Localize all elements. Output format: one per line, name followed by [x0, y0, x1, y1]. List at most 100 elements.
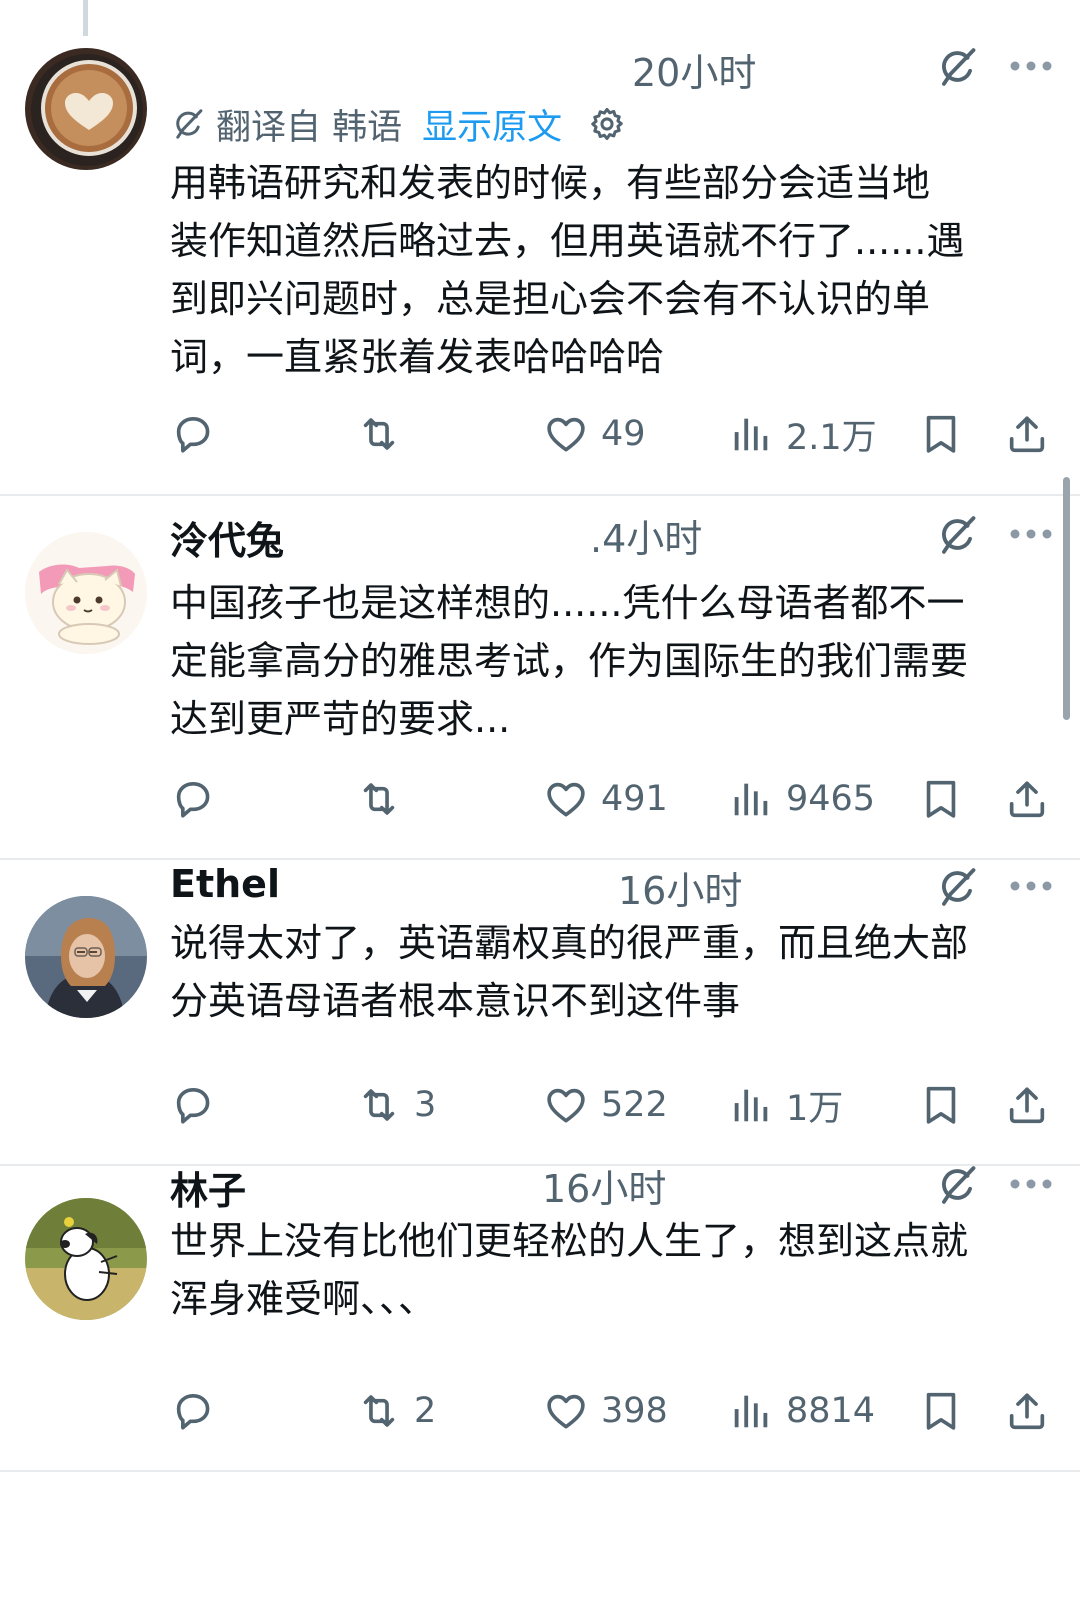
- share-icon: [1004, 1082, 1050, 1128]
- avatar[interactable]: [25, 896, 147, 1018]
- text-line: 装作知道然后略过去，但用英语就不行了......遇: [170, 219, 965, 263]
- avatar[interactable]: [25, 532, 147, 654]
- author-name[interactable]: Ethel: [170, 862, 280, 906]
- tweet-4[interactable]: 林子 16小时 世界上没有比他们更轻松的人生了，想到这点就 浑身难受啊、、、 2…: [0, 1166, 1080, 1472]
- text-line: 分英语母语者根本意识不到这件事: [170, 979, 741, 1023]
- views-button[interactable]: 8814: [728, 1381, 875, 1441]
- retweet-icon: [356, 1388, 402, 1434]
- views-button[interactable]: 2.1万: [728, 404, 877, 464]
- show-original-link[interactable]: 显示原文: [422, 99, 562, 150]
- tweet-1[interactable]: 20小时 翻译自 韩语 显示原文 用韩语研究和发表的时候，有些部分会适当地 装作…: [0, 0, 1080, 496]
- bookmark-icon: [918, 1082, 964, 1128]
- avatar[interactable]: [25, 1198, 147, 1320]
- text-line: 浑身难受啊、、、: [170, 1277, 437, 1321]
- like-count: 522: [601, 1085, 668, 1125]
- bookmark-icon: [918, 1388, 964, 1434]
- bookmark-icon: [918, 411, 964, 457]
- action-bar: 3 522 1万: [0, 1075, 1080, 1135]
- bookmark-button[interactable]: [918, 1381, 964, 1441]
- author-name[interactable]: 林子: [170, 1160, 246, 1215]
- views-icon: [728, 776, 774, 822]
- reply-icon: [170, 776, 216, 822]
- reply-button[interactable]: [170, 404, 228, 464]
- views-icon: [728, 1082, 774, 1128]
- more-icon[interactable]: [1009, 1176, 1053, 1192]
- retweet-icon: [356, 411, 402, 457]
- retweet-count: 2: [414, 1391, 437, 1431]
- reply-button[interactable]: [170, 1075, 228, 1135]
- text-line: 中国孩子也是这样想的......凭什么母语者都不一: [170, 581, 965, 625]
- share-button[interactable]: [1004, 1075, 1050, 1135]
- retweet-button[interactable]: 2: [356, 1381, 436, 1441]
- grok-icon[interactable]: [934, 1162, 980, 1208]
- heart-icon: [543, 776, 589, 822]
- blank-area: [0, 1474, 1080, 1620]
- share-icon: [1004, 1388, 1050, 1434]
- action-bar: 2 398 8814: [0, 1381, 1080, 1441]
- heart-icon: [543, 411, 589, 457]
- heart-icon: [543, 1388, 589, 1434]
- translation-notice: 翻译自 韩语 显示原文: [170, 102, 626, 148]
- more-icon[interactable]: [1009, 878, 1053, 894]
- author-name[interactable]: 泠代兔: [170, 510, 284, 565]
- like-button[interactable]: 491: [543, 769, 668, 829]
- views-button[interactable]: 9465: [728, 769, 875, 829]
- retweet-button[interactable]: 3: [356, 1075, 436, 1135]
- share-button[interactable]: [1004, 404, 1050, 464]
- like-button[interactable]: 49: [543, 404, 646, 464]
- gear-icon[interactable]: [588, 105, 626, 143]
- views-button[interactable]: 1万: [728, 1075, 843, 1135]
- like-button[interactable]: 398: [543, 1381, 668, 1441]
- more-icon[interactable]: [1009, 58, 1053, 74]
- timestamp[interactable]: 16小时: [542, 1158, 666, 1213]
- reply-icon: [170, 1388, 216, 1434]
- tweet-text: 用韩语研究和发表的时候，有些部分会适当地 装作知道然后略过去，但用英语就不行了.…: [170, 154, 1050, 386]
- share-icon: [1004, 411, 1050, 457]
- grok-icon[interactable]: [934, 512, 980, 558]
- retweet-count: 3: [414, 1085, 437, 1125]
- bookmark-button[interactable]: [918, 404, 964, 464]
- text-line: 定能拿高分的雅思考试，作为国际生的我们需要: [170, 639, 969, 683]
- action-bar: 49 2.1万: [0, 404, 1080, 464]
- view-count: 8814: [786, 1391, 876, 1431]
- like-count: 398: [601, 1391, 668, 1431]
- text-line: 用韩语研究和发表的时候，有些部分会适当地: [170, 161, 931, 205]
- retweet-icon: [356, 776, 402, 822]
- views-icon: [728, 1388, 774, 1434]
- like-count: 491: [601, 779, 668, 819]
- share-button[interactable]: [1004, 1381, 1050, 1441]
- timestamp[interactable]: 20小时: [632, 42, 756, 97]
- tweet-2[interactable]: 泠代兔 .4小时 中国孩子也是这样想的......凭什么母语者都不一 定能拿高分…: [0, 496, 1080, 860]
- text-line: 世界上没有比他们更轻松的人生了，想到这点就: [170, 1219, 969, 1263]
- avatar[interactable]: [25, 48, 147, 170]
- bookmark-button[interactable]: [918, 1075, 964, 1135]
- share-icon: [1004, 776, 1050, 822]
- share-button[interactable]: [1004, 769, 1050, 829]
- text-line: 达到更严苛的要求...: [170, 697, 511, 741]
- tweet-3[interactable]: Ethel 16小时 说得太对了，英语霸权真的很严重，而且绝大部 分英语母语者根…: [0, 860, 1080, 1166]
- action-bar: 491 9465: [0, 769, 1080, 829]
- bookmark-button[interactable]: [918, 769, 964, 829]
- grok-icon[interactable]: [934, 44, 980, 90]
- reply-icon: [170, 1082, 216, 1128]
- more-icon[interactable]: [1009, 526, 1053, 542]
- text-line: 词，一直紧张着发表哈哈哈哈: [170, 335, 665, 379]
- grok-icon[interactable]: [934, 864, 980, 910]
- retweet-button[interactable]: [356, 769, 414, 829]
- tweet-text: 世界上没有比他们更轻松的人生了，想到这点就 浑身难受啊、、、: [170, 1212, 1050, 1328]
- text-line: 说得太对了，英语霸权真的很严重，而且绝大部: [170, 921, 969, 965]
- view-count: 9465: [786, 779, 876, 819]
- like-button[interactable]: 522: [543, 1075, 668, 1135]
- timestamp[interactable]: 16小时: [618, 860, 742, 915]
- retweet-button[interactable]: [356, 404, 414, 464]
- view-count: 2.1万: [786, 417, 877, 458]
- timestamp[interactable]: .4小时: [590, 508, 702, 563]
- reply-button[interactable]: [170, 769, 228, 829]
- retweet-icon: [356, 1082, 402, 1128]
- grok-icon: [170, 106, 206, 142]
- reply-button[interactable]: [170, 1381, 228, 1441]
- views-icon: [728, 411, 774, 457]
- tweet-text: 中国孩子也是这样想的......凭什么母语者都不一 定能拿高分的雅思考试，作为国…: [170, 574, 1050, 748]
- text-line: 到即兴问题时，总是担心会不会有不认识的单: [170, 277, 931, 321]
- view-count: 1万: [786, 1088, 844, 1129]
